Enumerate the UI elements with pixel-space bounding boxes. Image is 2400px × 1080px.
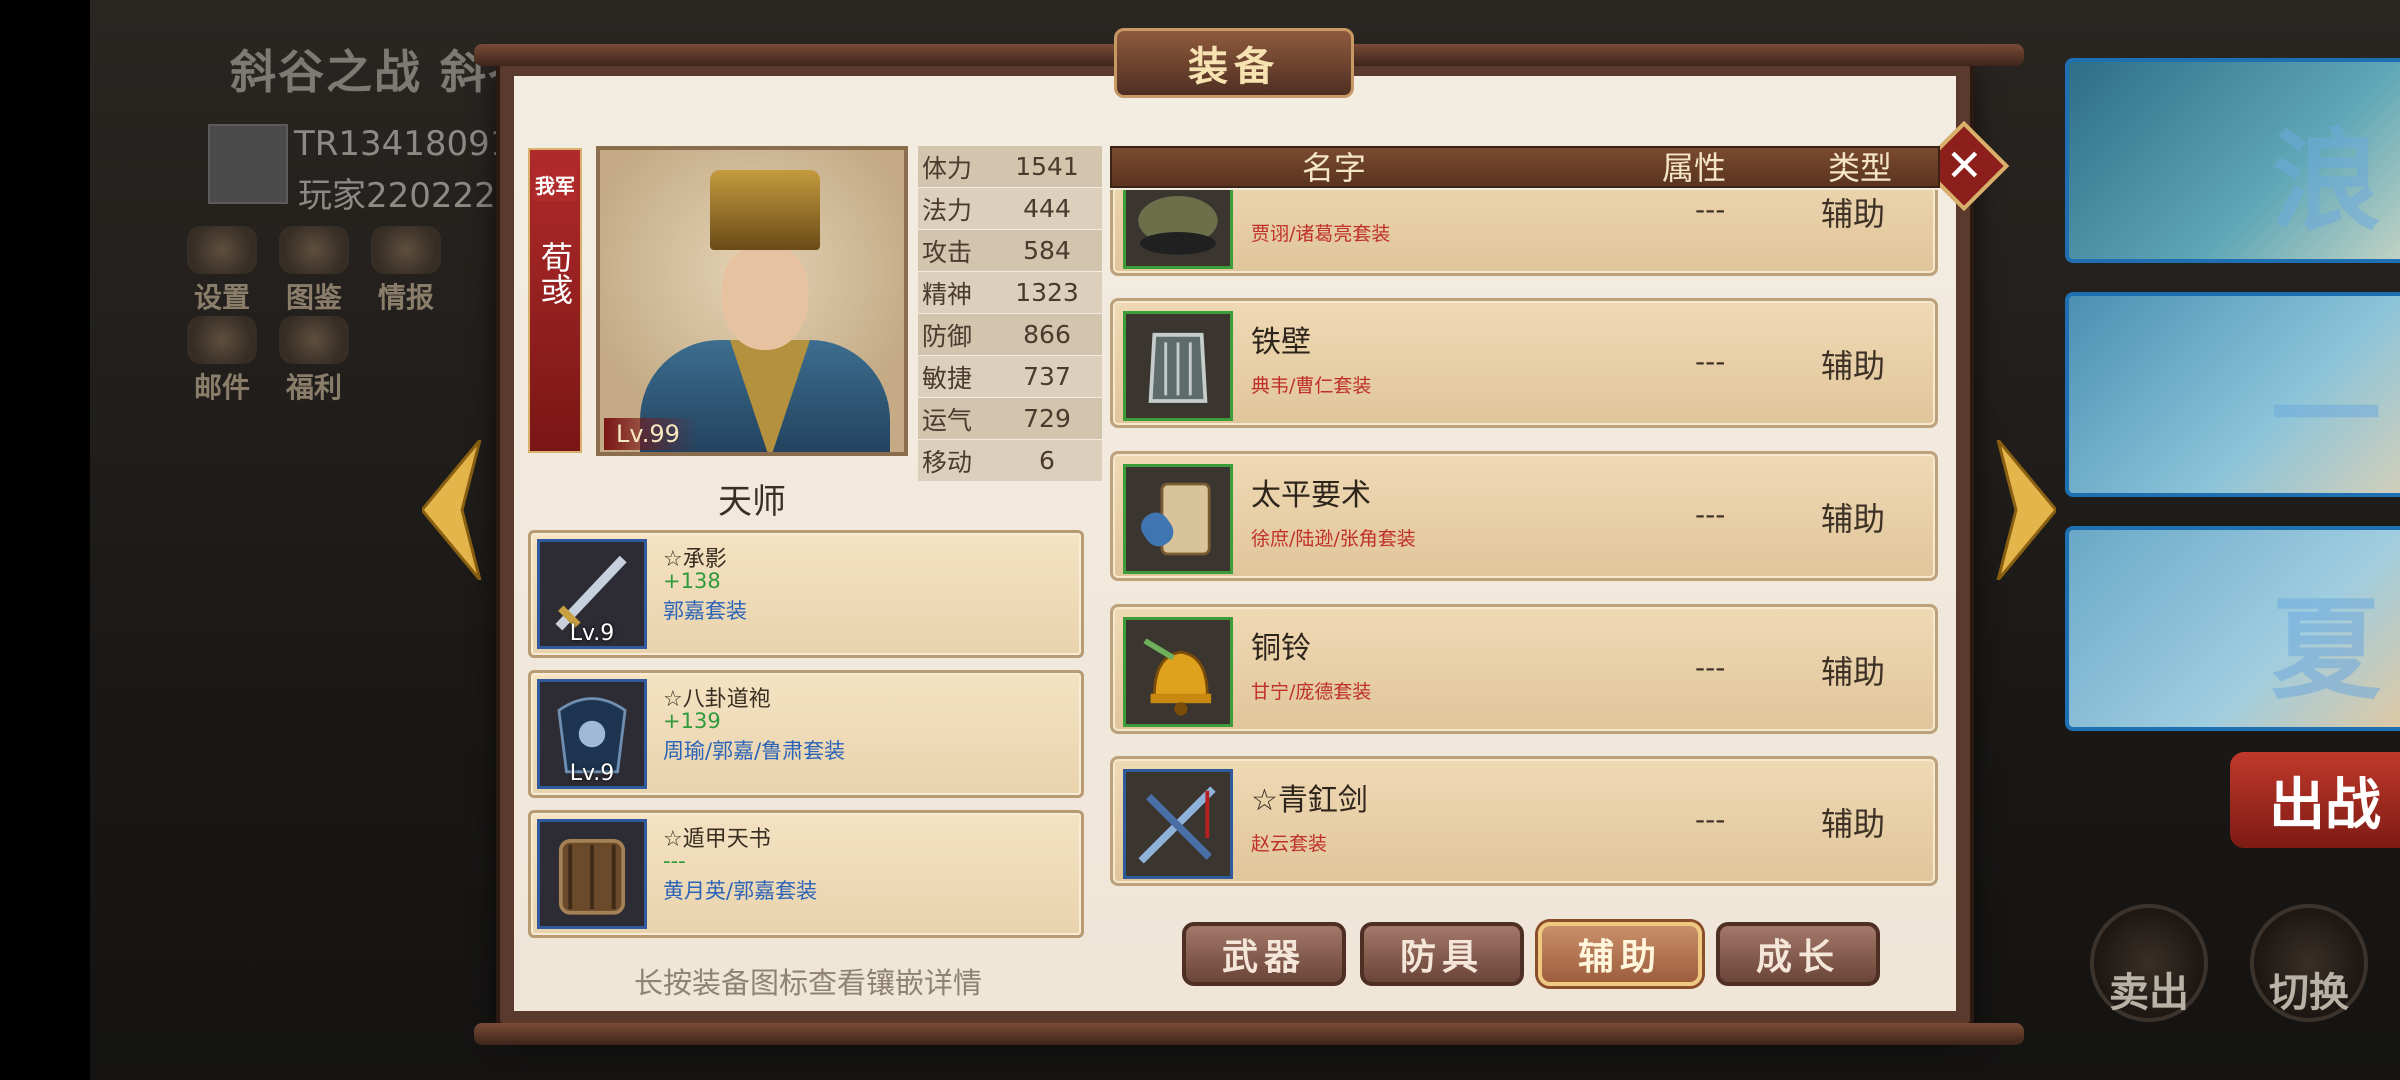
equipped-weapon-slot[interactable]: Lv.9 ☆承影 +138 郭嘉套装 [528,530,1084,658]
item-type: 辅助 [1821,347,1886,385]
hero-class: 天师 [718,482,786,522]
settings-menu-button[interactable]: 设置 [180,226,264,316]
panel-title: 装备 [1188,44,1280,90]
welfare-menu-button[interactable]: 福利 [272,316,356,406]
item-attr: --- [1695,345,1726,378]
tab-armor[interactable]: 防具 [1360,922,1524,986]
portrait-hat [710,170,820,250]
item-type: 辅助 [1821,653,1886,691]
stat-row-mp: 法力 444 [918,188,1102,229]
crossed-swords-icon [1123,769,1233,879]
tab-weapon[interactable]: 武器 [1182,922,1346,986]
item-attr: --- [1695,651,1726,684]
item-set: 徐庶/陆逊/张角套装 [1251,528,1416,550]
header-name: 名字 [1302,149,1367,187]
hint-text: 长按装备图标查看镶嵌详情 [634,966,983,1000]
hero-name: 荀彧 [536,241,574,305]
stats-table: 体力 1541 法力 444 攻击 584 精神 1323 防御 866 敏捷 737 运气… [918,146,1102,482]
item-type: 辅助 [1821,805,1886,843]
event-banner-1[interactable]: 浪 [2065,58,2400,263]
welfare-icon [279,316,349,364]
equipped-accessory-slot[interactable]: ☆遁甲天书 --- 黄月英/郭嘉套装 [528,810,1084,938]
scroll-icon [1123,464,1233,574]
event-banner-2[interactable]: 一 [2065,292,2400,497]
item-set: 赵云套装 [1251,833,1328,855]
header-type: 类型 [1828,149,1893,187]
equip-set: 黄月英/郭嘉套装 [663,879,818,903]
chevron-right-icon [1996,439,2058,581]
stat-row-attack: 攻击 584 [918,230,1102,271]
mail-menu-button[interactable]: 邮件 [180,316,264,406]
robe-icon[interactable]: Lv.9 [537,679,647,789]
item-set: 典韦/曹仁套装 [1251,375,1372,397]
codex-icon [279,226,349,274]
item-attr: --- [1695,193,1726,226]
hero-banner: 我军 荀彧 [528,148,582,453]
equipped-armor-slot[interactable]: Lv.9 ☆八卦道袍 +139 周瑜/郭嘉/鲁肃套装 [528,670,1084,798]
item-set: 甘宁/庞德套装 [1251,681,1372,703]
turban-icon [1123,190,1233,269]
panel-title-plate: 装备 [1114,28,1354,98]
list-item[interactable]: 铜铃 甘宁/庞德套装 --- 辅助 [1110,604,1938,734]
event-banner-3[interactable]: 夏 [2065,526,2400,731]
item-attr: --- [1695,803,1726,836]
equip-set: 周瑜/郭嘉/鲁肃套装 [663,739,846,763]
item-name: 铁壁 [1251,325,1311,360]
tab-growth[interactable]: 成长 [1716,922,1880,986]
sword-icon[interactable]: Lv.9 [537,539,647,649]
equip-set: 郭嘉套装 [663,599,747,623]
list-header: 名字 属性 类型 [1110,146,1940,188]
equip-bonus: --- [663,849,686,873]
equip-bonus: +139 [663,709,721,733]
equip-bonus: +138 [663,569,721,593]
battle-button[interactable]: 出战 [2230,752,2400,848]
item-attr: --- [1695,498,1726,531]
player-name: 玩家2202228 [298,176,518,216]
settings-icon [187,226,257,274]
portrait-face [722,246,808,350]
intel-menu-button[interactable]: 情报 [364,226,448,316]
stat-row-hp: 体力 1541 [918,146,1102,187]
intel-icon [371,226,441,274]
list-item[interactable]: 太平要术 徐庶/陆逊/张角套装 --- 辅助 [1110,451,1938,581]
chevron-left-icon [420,439,482,581]
close-icon: ✕ [1945,140,1983,191]
codex-menu-button[interactable]: 图鉴 [272,226,356,316]
iron-wall-icon [1123,311,1233,421]
item-set: 贾诩/诸葛亮套装 [1251,223,1391,245]
next-hero-arrow[interactable] [1994,439,2058,581]
list-item[interactable]: 贾诩/诸葛亮套装 --- 辅助 [1110,190,1938,276]
stat-row-agility: 敏捷 737 [918,356,1102,397]
panel-frame-bottom [474,1023,2024,1045]
equipment-panel: 装备 ✕ 我军 荀彧 Lv.99 天师 体力 1541 法力 444 攻击 584 精… [474,28,2024,1045]
hero-level: Lv.99 [604,418,698,450]
sell-button[interactable]: 卖出 [2090,904,2208,1022]
item-name: ☆青釭剑 [1251,783,1368,818]
stat-row-defense: 防御 866 [918,314,1102,355]
item-name: 太平要术 [1251,478,1371,513]
player-avatar[interactable] [208,124,288,204]
header-attr: 属性 [1662,149,1727,187]
stat-row-luck: 运气 729 [918,398,1102,439]
player-id: TR13418091 [294,124,512,164]
prev-hero-arrow[interactable] [420,439,484,581]
tab-accessory[interactable]: 辅助 [1538,922,1702,986]
equipment-list[interactable]: 贾诩/诸葛亮套装 --- 辅助 铁壁 典韦/曹仁套装 --- 辅助 太平要术 徐… [1110,190,1940,950]
mail-icon [187,316,257,364]
hero-portrait[interactable]: Lv.99 [596,146,908,456]
list-item[interactable]: 铁壁 典韦/曹仁套装 --- 辅助 [1110,298,1938,428]
book-icon[interactable] [537,819,647,929]
list-item[interactable]: ☆青釭剑 赵云套装 --- 辅助 [1110,756,1938,886]
bell-icon [1123,617,1233,727]
item-type: 辅助 [1821,195,1886,233]
switch-button[interactable]: 切换 [2250,904,2368,1022]
item-type: 辅助 [1821,500,1886,538]
item-name: 铜铃 [1251,631,1311,666]
camp-label: 我军 [533,168,577,201]
stat-row-spirit: 精神 1323 [918,272,1102,313]
stat-row-move: 移动 6 [918,440,1102,481]
